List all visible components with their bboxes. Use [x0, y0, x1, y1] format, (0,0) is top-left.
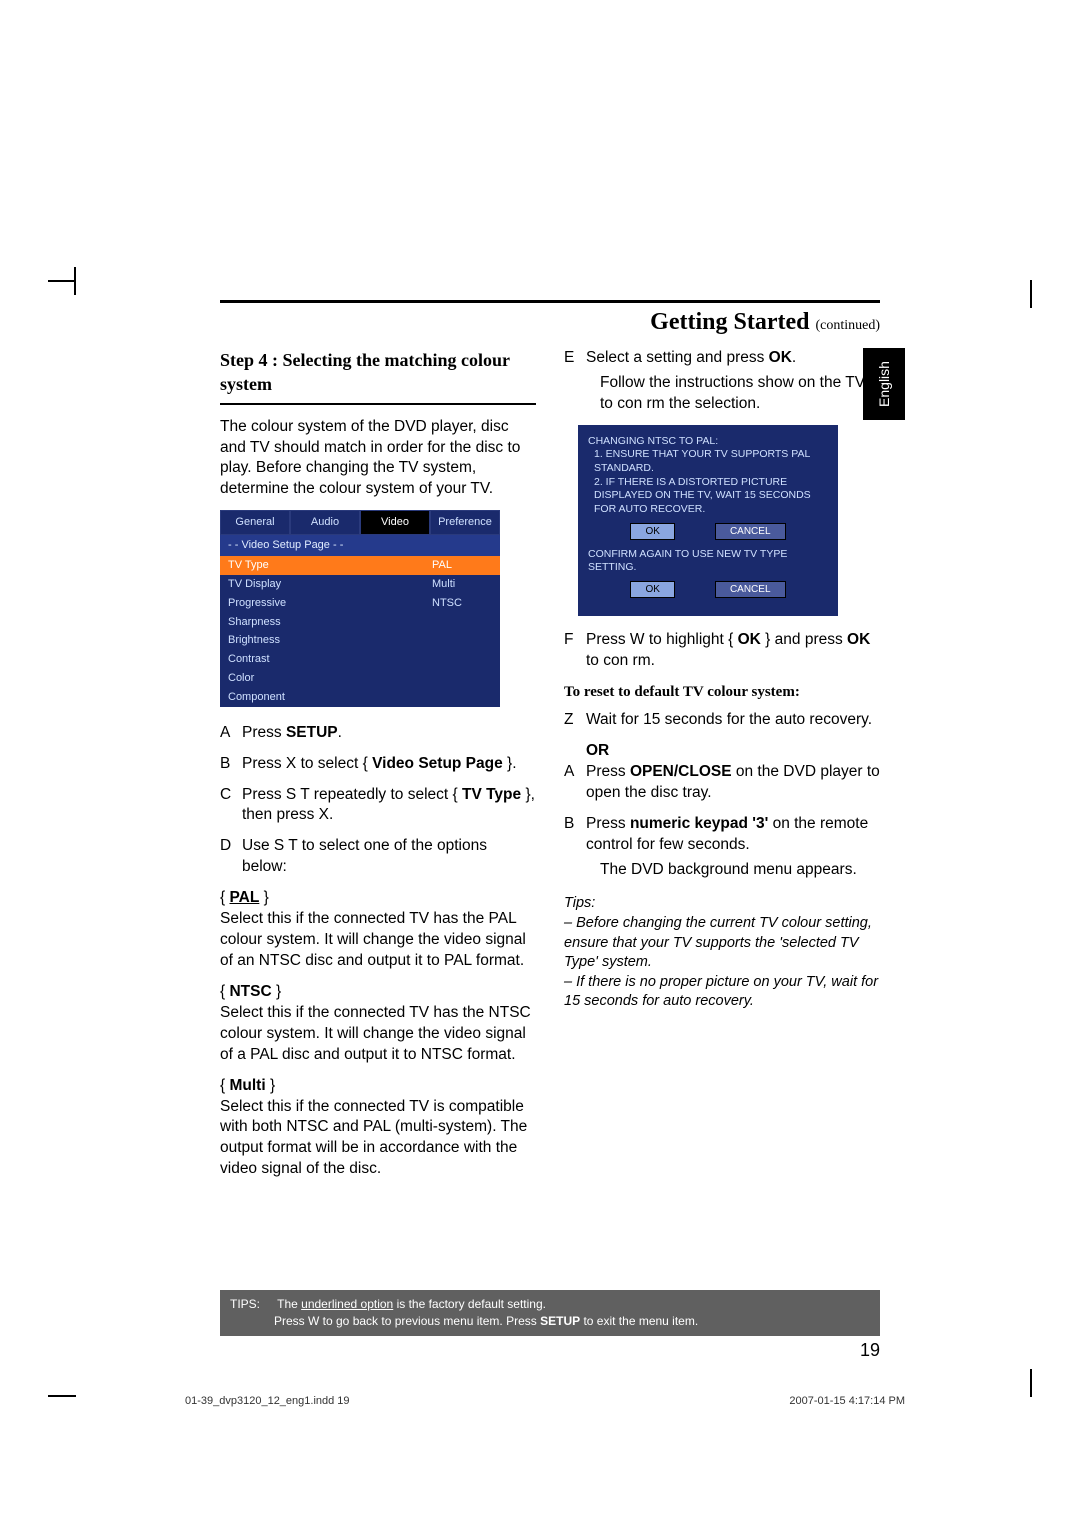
tips-label: Tips: [564, 894, 880, 914]
option-text: Select this if the connected TV has the … [220, 1003, 536, 1066]
option-label: { NTSC } [220, 982, 536, 1003]
option-label: { Multi } [220, 1076, 536, 1097]
step-f: FPress W to highlight { OK } and press O… [564, 630, 880, 672]
step-e: ESelect a setting and press OK. Follow t… [564, 348, 880, 415]
dialog-line2: 2. IF THERE IS A DISTORTED PICTURE DISPL… [588, 476, 828, 517]
confirm-dialog-screenshot: CHANGING NTSC TO PAL: 1. ENSURE THAT YOU… [578, 425, 838, 616]
osd-tab: Preference [430, 510, 500, 535]
option-block: { PAL }Select this if the connected TV h… [220, 888, 536, 972]
option-text: Select this if the connected TV is compa… [220, 1097, 536, 1181]
title-continued: (continued) [815, 318, 880, 333]
tip-2: – If there is no proper picture on your … [564, 973, 880, 1012]
tip-1: – Before changing the current TV colour … [564, 914, 880, 973]
dialog-ok-button: OK [630, 523, 674, 540]
right-column: ESelect a setting and press OK. Follow t… [564, 348, 880, 1190]
or-label: OR [586, 741, 880, 762]
title-rule [220, 300, 880, 303]
title-text: Getting Started [650, 309, 809, 335]
dialog-ok-button-2: OK [630, 581, 674, 598]
osd-tab: Audio [290, 510, 360, 535]
osd-menu-screenshot: GeneralAudioVideoPreference - - Video Se… [220, 510, 500, 706]
reset-b-sub: The DVD background menu appears. [586, 860, 880, 881]
print-footer: 01-39_dvp3120_12_eng1.indd 19 2007-01-15… [185, 1395, 905, 1407]
page-content: Getting Started (continued) Step 4 : Sel… [220, 300, 880, 1190]
crop-mark [1030, 1369, 1032, 1397]
step-e-sub: Follow the instructions show on the TV t… [586, 373, 880, 415]
osd-row: Contrast [220, 650, 500, 669]
intro-paragraph: The colour system of the DVD player, dis… [220, 417, 536, 501]
page-number: 19 [860, 1340, 880, 1361]
left-column: Step 4 : Selecting the matching colour s… [220, 348, 536, 1190]
option-text: Select this if the connected TV has the … [220, 909, 536, 972]
osd-tabs: GeneralAudioVideoPreference [220, 510, 500, 535]
osd-tab: Video [360, 510, 430, 535]
option-block: { NTSC }Select this if the connected TV … [220, 982, 536, 1066]
osd-row: Brightness [220, 631, 500, 650]
tips-bar-label: TIPS: [230, 1297, 260, 1311]
osd-header: - - Video Setup Page - - [220, 535, 500, 556]
reset-step-a: APress OPEN/CLOSE on the DVD player to o… [564, 762, 880, 804]
reset-step-z: ZWait for 15 seconds for the auto recove… [564, 710, 880, 731]
step-b: BPress X to select { Video Setup Page }. [220, 754, 536, 775]
dialog-cancel-button-2: CANCEL [715, 581, 786, 598]
tips-footer-bar: TIPS: The underlined option is the facto… [220, 1290, 880, 1336]
step-a: APress SETUP. [220, 723, 536, 744]
dialog-title: CHANGING NTSC TO PAL: [588, 435, 828, 449]
osd-row: TV DisplayMulti [220, 575, 500, 594]
section-title: Getting Started (continued) [220, 309, 880, 336]
reset-step-b: BPress numeric keypad '3' on the remote … [564, 814, 880, 881]
option-label: { PAL } [220, 888, 536, 909]
osd-row: Sharpness [220, 613, 500, 632]
step-heading: Step 4 : Selecting the matching colour s… [220, 348, 536, 405]
dialog-confirm: CONFIRM AGAIN TO USE NEW TV TYPE SETTING… [588, 548, 828, 575]
dialog-line1: 1. ENSURE THAT YOUR TV SUPPORTS PAL STAN… [588, 448, 828, 475]
crop-mark [48, 1395, 76, 1397]
option-block: { Multi }Select this if the connected TV… [220, 1076, 536, 1181]
step-d: DUse S T to select one of the options be… [220, 836, 536, 878]
dialog-cancel-button: CANCEL [715, 523, 786, 540]
footer-filename: 01-39_dvp3120_12_eng1.indd 19 [185, 1395, 350, 1407]
reset-heading: To reset to default TV colour system: [564, 682, 880, 702]
footer-timestamp: 2007-01-15 4:17:14 PM [789, 1395, 905, 1407]
osd-row: ProgressiveNTSC [220, 594, 500, 613]
step-c: CPress S T repeatedly to select { TV Typ… [220, 785, 536, 827]
crop-mark [48, 280, 76, 282]
tips-block: Tips: – Before changing the current TV c… [564, 894, 880, 1011]
osd-row: TV TypePAL [220, 556, 500, 575]
osd-row: Component [220, 688, 500, 707]
osd-tab: General [220, 510, 290, 535]
osd-row: Color [220, 669, 500, 688]
crop-mark [1030, 280, 1032, 308]
